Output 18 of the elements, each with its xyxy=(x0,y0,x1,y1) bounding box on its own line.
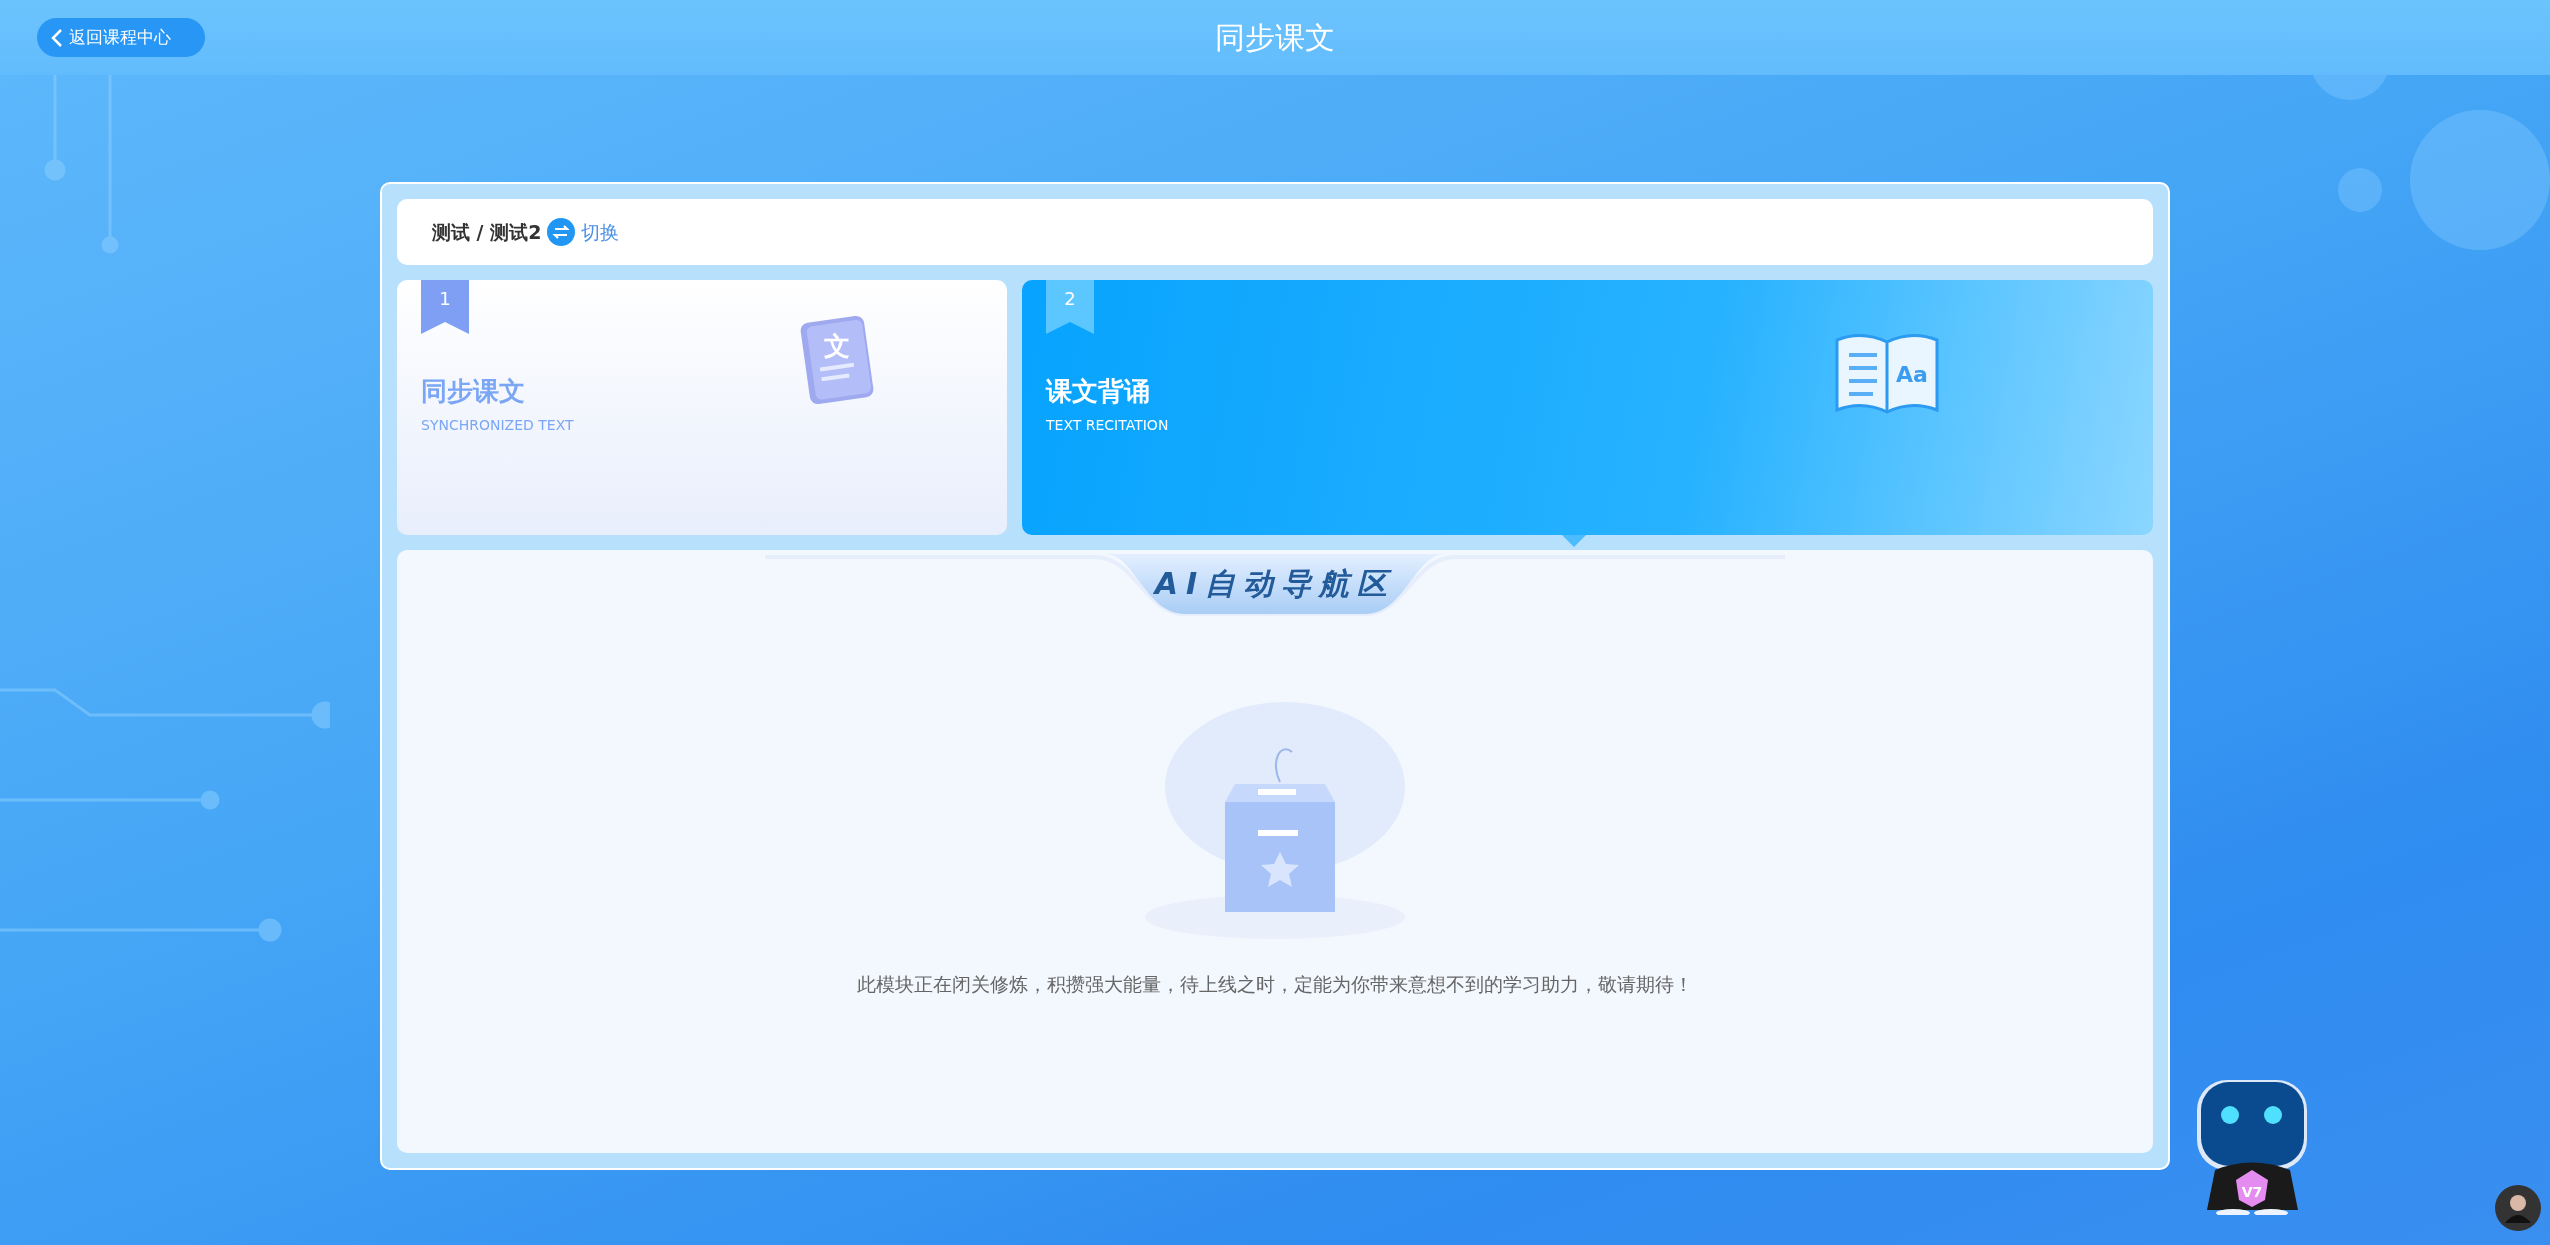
selection-pointer xyxy=(1562,535,1586,547)
coming-soon-message: 此模块正在闭关修炼，积攒强大能量，待上线之时，定能为你带来意想不到的学习助力，敬请期待！ xyxy=(857,972,1693,997)
number-ribbon: 2 xyxy=(1046,280,1094,334)
person-silhouette-icon xyxy=(2505,1193,2531,1223)
breadcrumb-path: 测试 / 测试2 xyxy=(432,219,542,245)
page-title: 同步课文 xyxy=(1215,20,1335,55)
ai-zone-banner: AI自动导航区 xyxy=(765,552,1785,622)
swap-icon[interactable] xyxy=(547,218,576,246)
card-subtitle: TEXT RECITATION xyxy=(1046,416,1169,435)
back-button[interactable]: 返回课程中心 xyxy=(37,18,205,57)
card-title: 同步课文 xyxy=(421,375,525,408)
number-ribbon: 1 xyxy=(421,280,469,334)
module-card[interactable]: 1 同步课文 SYNCHRONIZED TEXT 文 xyxy=(397,280,1007,535)
switch-link[interactable]: 切换 xyxy=(581,217,620,247)
card-subtitle: SYNCHRONIZED TEXT xyxy=(421,416,574,435)
chevron-left-icon xyxy=(51,27,63,48)
card-title: 课文背诵 xyxy=(1046,375,1150,408)
user-avatar[interactable] xyxy=(2495,1185,2541,1231)
